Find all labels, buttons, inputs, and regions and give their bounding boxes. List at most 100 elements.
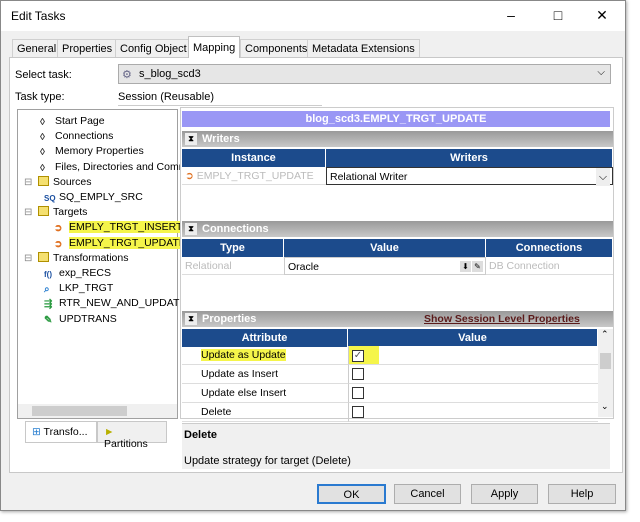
tree-item[interactable]: ⌕ LKP_TRGT [44, 281, 113, 296]
collapse-icon[interactable]: ⧗ [185, 313, 197, 325]
source-qualifier-icon: SQ [44, 194, 56, 203]
property-value [348, 384, 598, 403]
tree-item[interactable]: ⊟ Sources [24, 175, 92, 190]
column-instance: Instance [182, 149, 326, 167]
tree-item[interactable]: ✎ UPDTRANS [44, 312, 117, 327]
folder-icon [38, 206, 49, 217]
minimize-button[interactable]: – [496, 5, 526, 25]
tab-config-object[interactable]: Config Object [115, 39, 192, 57]
collapse-icon[interactable]: ⧗ [185, 133, 197, 145]
tab-transformations[interactable]: ⊞ Transfo... [25, 421, 97, 443]
connection-value[interactable]: Oracle ⬇ ✎ [284, 257, 486, 275]
tab-partitions[interactable]: ► Partitions [97, 421, 167, 450]
tree-item[interactable]: ◊ Connections [40, 129, 113, 144]
scrollbar-thumb[interactable] [32, 406, 127, 416]
collapse-icon[interactable]: ⊟ [24, 175, 32, 190]
target-icon: ➲ [185, 170, 194, 182]
title-bar: Edit Tasks – □ ✕ [1, 1, 625, 31]
tree-item[interactable]: ⊟ Transformations [24, 251, 129, 266]
target-icon: ➲ [54, 238, 63, 250]
expression-icon: f() [44, 270, 52, 279]
tree-item-label: Targets [53, 206, 88, 219]
tree-item[interactable]: ◊ Memory Properties [40, 144, 144, 159]
detail-header: blog_scd3.EMPLY_TRGT_UPDATE [182, 111, 610, 127]
folder-icon [38, 175, 49, 186]
tree-item-label: RTR_NEW_AND_UPDATE [59, 297, 187, 310]
property-attribute: Update as Update [182, 346, 348, 365]
partitions-icon: ► [104, 426, 115, 438]
tree-item-label: SQ_EMPLY_SRC [59, 191, 143, 203]
tree-item-label: Start Page [55, 115, 105, 127]
task-type-label: Task type: [15, 91, 65, 103]
apply-button[interactable]: Apply [471, 484, 538, 504]
property-value [348, 365, 598, 384]
properties-section-bar[interactable]: ⧗ Properties Show Session Level Propertie… [182, 311, 613, 327]
tree-item-label: Transformations [53, 251, 129, 264]
properties-scrollbar[interactable]: ⌃ ⌄ [598, 329, 613, 417]
tree-item-label: Memory Properties [55, 145, 144, 158]
tree-item-label: UPDTRANS [59, 312, 117, 325]
close-button[interactable]: ✕ [587, 5, 617, 25]
transformation-icon: ⊞ [32, 426, 41, 438]
tree-item[interactable]: ⊟ Targets [24, 205, 88, 220]
writer-select[interactable]: Relational Writer ⌵ [326, 167, 613, 186]
collapse-icon[interactable]: ⧗ [185, 223, 197, 235]
arrow-down-icon[interactable]: ⬇ [460, 261, 471, 272]
chevron-down-icon[interactable]: ⌵ [596, 168, 610, 186]
tab-mapping[interactable]: Mapping [188, 36, 241, 58]
lookup-icon: ⌕ [44, 284, 50, 296]
collapse-icon[interactable]: ⊟ [24, 205, 32, 220]
property-attribute: Update as Insert [182, 365, 348, 384]
tree-horizontal-scrollbar[interactable] [18, 404, 177, 418]
tab-properties[interactable]: Properties [57, 39, 118, 57]
property-value [348, 403, 598, 422]
folder-icon [38, 251, 49, 262]
edit-icon[interactable]: ✎ [472, 261, 483, 272]
cancel-button[interactable]: Cancel [394, 484, 461, 504]
column-type: Type [182, 239, 284, 257]
select-task-dropdown[interactable]: ⚙ s_blog_scd3 ⌵ [118, 64, 611, 84]
tree-item[interactable]: ◊ Start Page [40, 114, 105, 129]
ok-button[interactable]: OK [317, 484, 386, 504]
checkbox[interactable]: ✓ [352, 350, 364, 362]
column-writers: Writers [326, 149, 613, 167]
tree-item[interactable]: ⇶ RTR_NEW_AND_UPDATE [44, 296, 186, 311]
tab-components[interactable]: Components [240, 39, 313, 57]
property-attribute: Update else Insert [182, 384, 348, 403]
tree-item-label: Sources [53, 175, 92, 188]
tab-metadata-extensions[interactable]: Metadata Extensions [307, 39, 420, 57]
checkbox[interactable] [352, 406, 364, 418]
tree-item[interactable]: ➲ EMPLY_TRGT_INSERT [54, 220, 183, 235]
description-panel: Delete Update strategy for target (Delet… [182, 423, 610, 469]
gear-icon: ⚙ [122, 69, 132, 81]
connections-section-bar[interactable]: ⧗ Connections [182, 221, 613, 237]
collapse-icon[interactable]: ⊟ [24, 251, 32, 266]
maximize-button[interactable]: □ [543, 5, 573, 25]
writers-section-bar[interactable]: ⧗ Writers [182, 131, 613, 147]
scrollbar-thumb[interactable] [600, 353, 611, 369]
column-value: Value [284, 239, 486, 257]
scroll-up-icon[interactable]: ⌃ [601, 329, 609, 340]
help-button[interactable]: Help [548, 484, 616, 504]
checkbox[interactable] [352, 387, 364, 399]
target-icon: ➲ [54, 223, 63, 235]
show-session-level-properties-link[interactable]: Show Session Level Properties [424, 311, 580, 327]
connection-name[interactable]: DB Connection [486, 257, 613, 275]
checkbox[interactable] [352, 368, 364, 380]
tree-item[interactable]: SQ SQ_EMPLY_SRC [44, 190, 143, 205]
select-task-value: s_blog_scd3 [139, 68, 201, 80]
task-tree: ◊ Start Page ◊ Connections ◊ Memory Propertie… [17, 109, 210, 419]
window-title: Edit Tasks [11, 9, 66, 23]
column-attribute: Attribute [182, 329, 348, 347]
tree-item[interactable]: f() exp_RECS [44, 266, 111, 281]
tree-item[interactable]: ➲ EMPLY_TRGT_UPDATE [54, 236, 186, 251]
tab-general[interactable]: General [12, 39, 62, 57]
connection-type: Relational [182, 257, 284, 275]
chevron-down-icon: ⌵ [597, 67, 605, 78]
tree-item-label: exp_RECS [59, 267, 111, 279]
scroll-down-icon[interactable]: ⌄ [601, 401, 609, 412]
diamond-icon: ◊ [40, 117, 45, 128]
property-attribute: Delete [182, 403, 348, 422]
router-icon: ⇶ [44, 299, 53, 311]
column-connections: Connections [486, 239, 613, 257]
